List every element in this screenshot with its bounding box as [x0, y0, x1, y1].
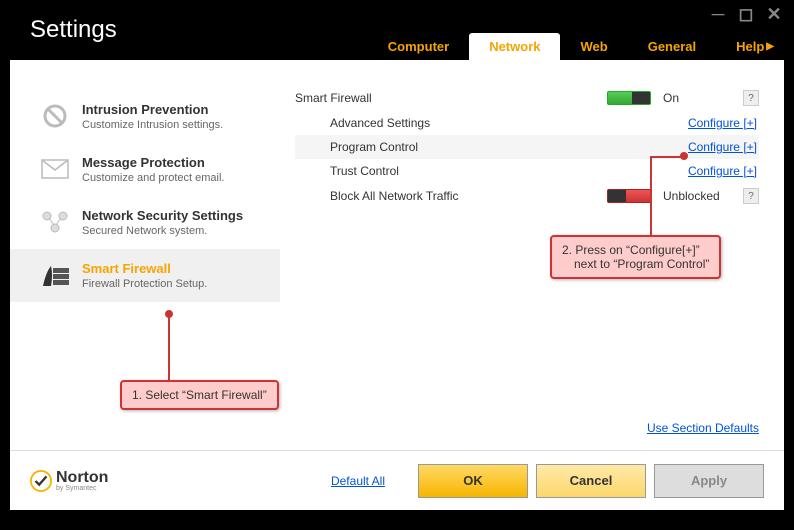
- help-arrow-icon: ▶: [766, 41, 774, 52]
- setting-heading: Smart Firewall: [295, 91, 607, 105]
- help-icon[interactable]: ?: [743, 90, 759, 106]
- sidebar-item-title: Network Security Settings: [82, 208, 265, 223]
- toggle-status: Unblocked: [663, 189, 743, 203]
- setting-program-control: Program Control: [330, 140, 688, 154]
- norton-logo: Norton by Symantec: [30, 469, 108, 492]
- envelope-icon: [40, 155, 70, 183]
- sidebar-item-smart-firewall[interactable]: Smart Firewall Firewall Protection Setup…: [10, 249, 280, 302]
- apply-button: Apply: [654, 464, 764, 498]
- window-title: Settings: [15, 16, 117, 44]
- configure-advanced-link[interactable]: Configure [+]: [688, 116, 757, 130]
- sidebar-item-desc: Firewall Protection Setup.: [82, 278, 265, 290]
- sidebar-item-desc: Customize Intrusion settings.: [82, 119, 265, 131]
- setting-advanced: Advanced Settings: [330, 116, 688, 130]
- shield-block-icon: [40, 102, 70, 130]
- default-all-link[interactable]: Default All: [331, 474, 385, 488]
- network-nodes-icon: [40, 208, 70, 236]
- tab-help[interactable]: Help ▶: [716, 33, 784, 60]
- norton-check-icon: [30, 470, 52, 492]
- configure-program-control-link[interactable]: Configure [+]: [688, 140, 757, 154]
- minimize-button[interactable]: ─: [710, 6, 726, 22]
- ok-button[interactable]: OK: [418, 464, 528, 498]
- setting-block-traffic: Block All Network Traffic: [330, 189, 607, 203]
- sidebar-item-title: Smart Firewall: [82, 261, 265, 276]
- annotation-line: [650, 156, 652, 236]
- use-section-defaults-link[interactable]: Use Section Defaults: [647, 421, 759, 435]
- maximize-button[interactable]: ◻: [738, 6, 754, 22]
- sidebar-item-title: Intrusion Prevention: [82, 102, 265, 117]
- sidebar-item-desc: Secured Network system.: [82, 225, 265, 237]
- annotation-1: 1. Select “Smart Firewall”: [120, 380, 279, 410]
- sidebar-item-message[interactable]: Message Protection Customize and protect…: [10, 143, 280, 196]
- sidebar-item-intrusion[interactable]: Intrusion Prevention Customize Intrusion…: [10, 90, 280, 143]
- tab-computer[interactable]: Computer: [368, 33, 469, 60]
- configure-trust-control-link[interactable]: Configure [+]: [688, 164, 757, 178]
- annotation-line: [168, 314, 170, 382]
- annotation-line: [650, 156, 682, 158]
- smart-firewall-toggle[interactable]: [607, 91, 651, 105]
- sidebar-item-desc: Customize and protect email.: [82, 172, 265, 184]
- firewall-icon: [40, 261, 70, 289]
- help-icon[interactable]: ?: [743, 188, 759, 204]
- annotation-2: 2. Press on “Configure[+]” next to “Prog…: [550, 235, 721, 279]
- sidebar-item-network-security[interactable]: Network Security Settings Secured Networ…: [10, 196, 280, 249]
- cancel-button[interactable]: Cancel: [536, 464, 646, 498]
- close-button[interactable]: ✕: [766, 6, 782, 22]
- setting-trust-control: Trust Control: [330, 164, 688, 178]
- block-traffic-toggle[interactable]: [607, 189, 651, 203]
- tab-network[interactable]: Network: [469, 33, 560, 60]
- sidebar-item-title: Message Protection: [82, 155, 265, 170]
- tab-web[interactable]: Web: [560, 33, 627, 60]
- toggle-status: On: [663, 91, 743, 105]
- tab-general[interactable]: General: [628, 33, 716, 60]
